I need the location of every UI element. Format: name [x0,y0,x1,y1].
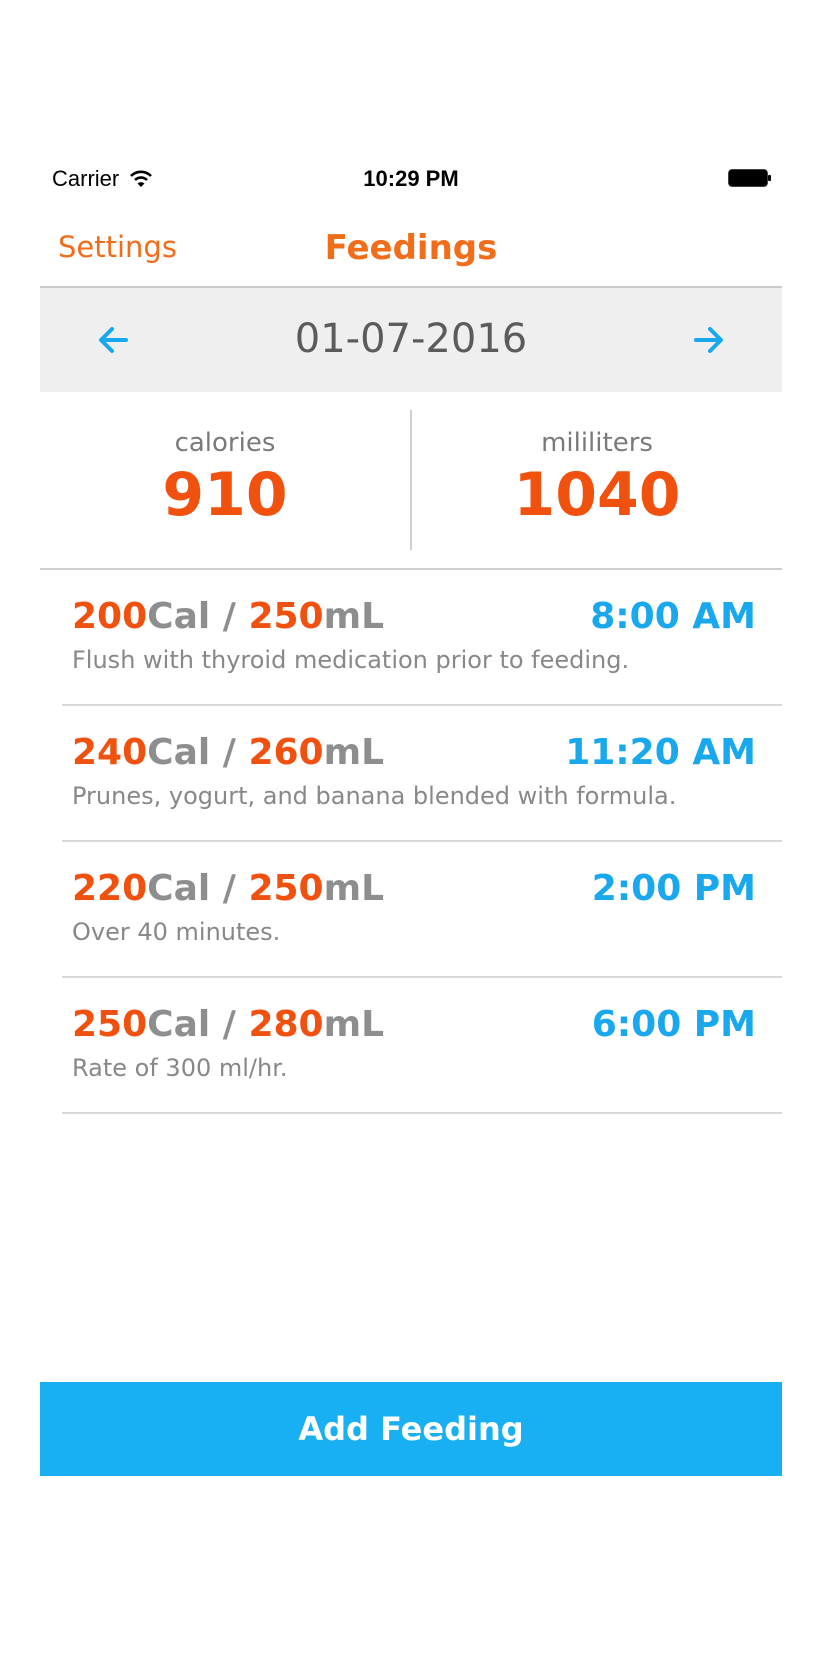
feeding-row[interactable]: 220Cal / 250mL 2:00 PM Over 40 minutes. [62,842,782,978]
feeding-calories: 250 [72,1004,148,1045]
status-bar: Carrier 10:29 PM [40,150,782,210]
feeding-calories: 240 [72,732,148,773]
selected-date: 01-07-2016 [294,316,528,362]
feeding-milliliters: 250 [248,868,324,909]
feeding-row[interactable]: 200Cal / 250mL 8:00 AM Flush with thyroi… [62,570,782,706]
feeding-row[interactable]: 250Cal / 280mL 6:00 PM Rate of 300 ml/hr… [62,978,782,1114]
calories-label: calories [174,428,276,458]
feeding-milliliters: 280 [248,1004,324,1045]
feeding-amounts: 220Cal / 250mL [72,868,384,909]
arrow-right-icon[interactable] [684,316,732,364]
feeding-amounts: 240Cal / 260mL [72,732,384,773]
amount-separator: / [210,596,249,637]
app-screen: Carrier 10:29 PM Settings Feedings 01-07… [40,150,782,1530]
feeding-note: Prunes, yogurt, and banana blended with … [72,782,677,810]
milliliters-unit: mL [323,732,385,773]
page-title: Feedings [324,228,498,268]
date-selector: 01-07-2016 [40,288,782,392]
milliliters-summary: mililiters 1040 [412,428,782,530]
milliliters-total: 1040 [513,460,681,530]
amount-separator: / [210,868,249,909]
feeding-milliliters: 250 [248,596,324,637]
feeding-row[interactable]: 240Cal / 260mL 11:20 AM Prunes, yogurt, … [62,706,782,842]
add-feeding-button[interactable]: Add Feeding [40,1382,782,1476]
feedings-list: 200Cal / 250mL 8:00 AM Flush with thyroi… [40,570,782,1114]
feeding-calories: 200 [72,596,148,637]
calories-unit: Cal [147,596,211,637]
feeding-milliliters: 260 [248,732,324,773]
feeding-note: Rate of 300 ml/hr. [72,1054,288,1082]
amount-separator: / [210,1004,249,1045]
calories-total: 910 [162,460,288,530]
feeding-note: Over 40 minutes. [72,918,281,946]
calories-unit: Cal [147,868,211,909]
feeding-note: Flush with thyroid medication prior to f… [72,646,630,674]
feeding-time: 8:00 AM [590,596,756,637]
calories-summary: calories 910 [40,428,410,530]
milliliters-unit: mL [323,596,385,637]
daily-summary: calories 910 mililiters 1040 [40,392,782,570]
milliliters-unit: mL [323,1004,385,1045]
status-time: 10:29 PM [363,166,459,191]
calories-unit: Cal [147,732,211,773]
battery-icon [728,169,771,187]
milliliters-unit: mL [323,868,385,909]
calories-unit: Cal [147,1004,211,1045]
feeding-amounts: 200Cal / 250mL [72,596,384,637]
milliliters-label: mililiters [541,428,653,458]
feeding-time: 11:20 AM [565,732,756,773]
feeding-calories: 220 [72,868,148,909]
feeding-time: 6:00 PM [591,1004,756,1045]
feeding-time: 2:00 PM [591,868,756,909]
navigation-bar: Settings Feedings [40,210,782,288]
amount-separator: / [210,732,249,773]
feeding-amounts: 250Cal / 280mL [72,1004,384,1045]
